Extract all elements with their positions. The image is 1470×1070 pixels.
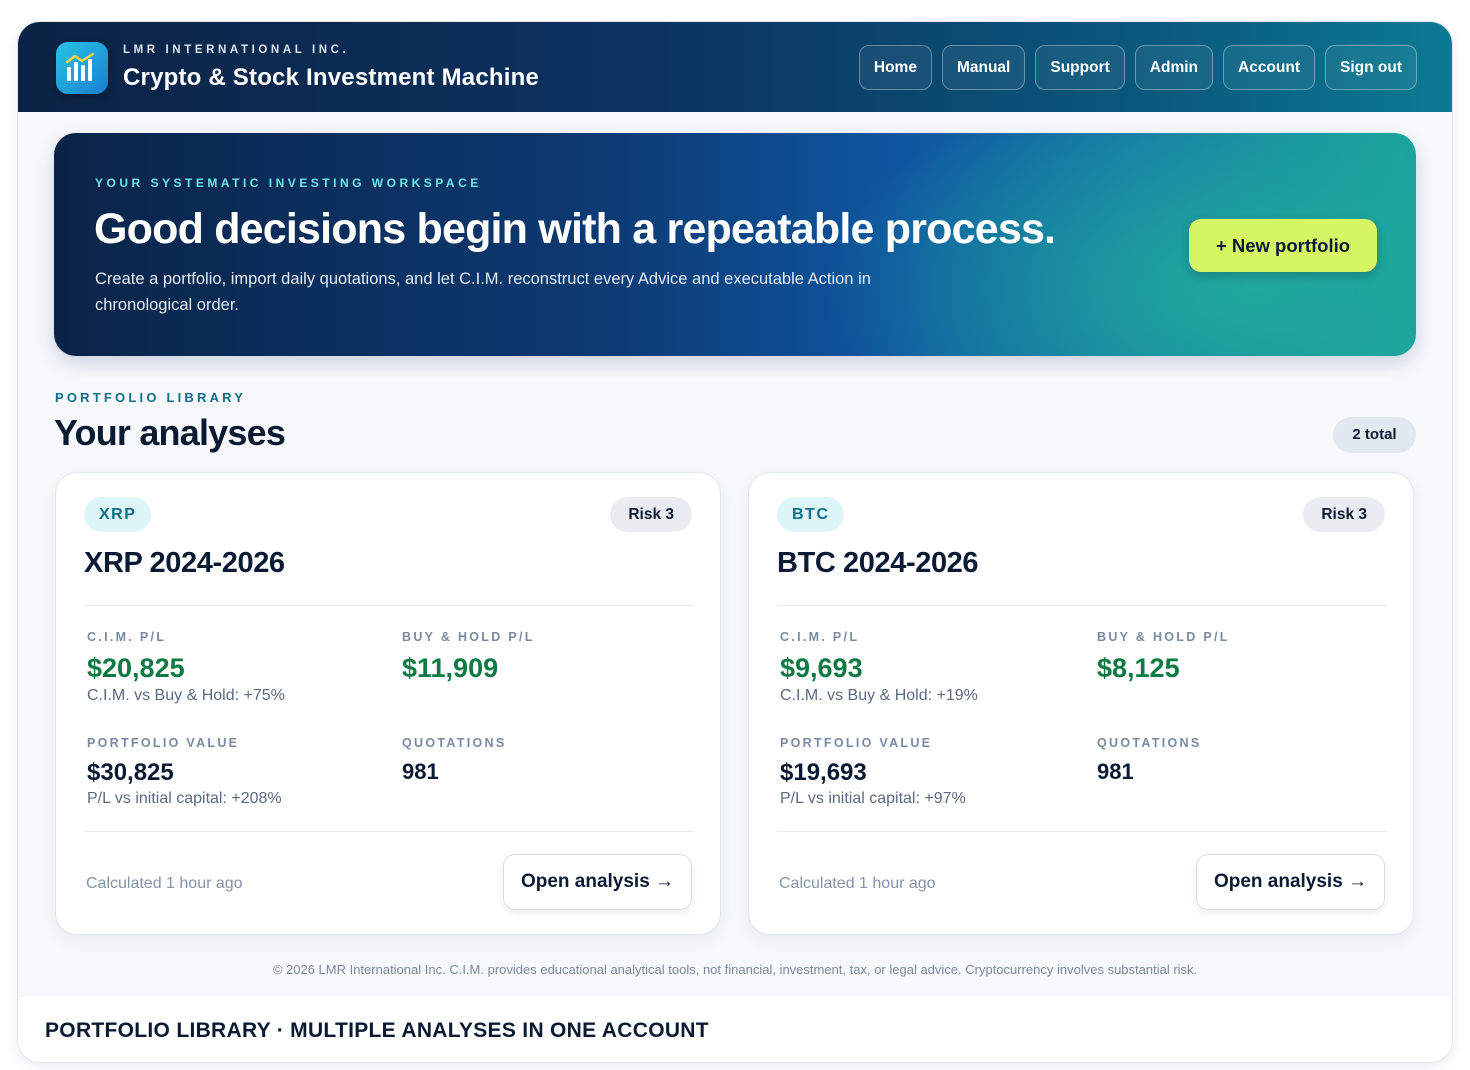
nav-home-button[interactable]: Home — [858, 45, 932, 90]
pl-vs-initial-capital: P/L vs initial capital: +208% — [87, 790, 282, 807]
portfolio-title: XRP 2024-2026 — [84, 547, 285, 579]
buy-hold-pl-metric: BUY & HOLD P/L $8,125 — [1097, 630, 1230, 684]
cim-pl-value: $20,825 — [87, 653, 185, 683]
hero-title: Good decisions begin with a repeatable p… — [94, 205, 1056, 253]
app-window: LMR INTERNATIONAL INC. Crypto & Stock In… — [18, 22, 1452, 1062]
portfolio-title: BTC 2024-2026 — [777, 547, 979, 579]
cim-pl-metric: C.I.M. P/L $20,825 C.I.M. vs Buy & Hold:… — [87, 630, 285, 705]
risk-badge: Risk 3 — [610, 497, 692, 532]
cim-pl-label: C.I.M. P/L — [780, 630, 860, 644]
divider — [84, 605, 694, 606]
buy-hold-pl-value: $11,909 — [402, 653, 499, 683]
company-name: LMR INTERNATIONAL INC. — [123, 44, 350, 56]
section-kicker: PORTFOLIO LIBRARY — [55, 390, 247, 405]
quotations-metric: QUOTATIONS 981 — [1097, 736, 1201, 785]
top-navigation-bar: LMR INTERNATIONAL INC. Crypto & Stock In… — [18, 22, 1452, 112]
new-portfolio-button[interactable]: + New portfolio — [1189, 219, 1377, 272]
calculated-timestamp: Calculated 1 hour ago — [86, 875, 243, 892]
nav-account-button[interactable]: Account — [1223, 45, 1315, 90]
portfolio-value: $30,825 — [87, 759, 174, 786]
open-analysis-button[interactable]: Open analysis → — [1196, 854, 1385, 910]
quotations-label: QUOTATIONS — [402, 736, 507, 750]
portfolio-value-metric: PORTFOLIO VALUE $30,825 P/L vs initial c… — [87, 736, 282, 808]
screenshot-caption: PORTFOLIO LIBRARY · MULTIPLE ANALYSES IN… — [45, 1019, 709, 1042]
quotations-metric: QUOTATIONS 981 — [402, 736, 506, 785]
cim-vs-buy-hold: C.I.M. vs Buy & Hold: +19% — [780, 687, 978, 704]
risk-badge: Risk 3 — [1303, 497, 1385, 532]
hero-banner: YOUR SYSTEMATIC INVESTING WORKSPACE Good… — [54, 133, 1416, 356]
nav-manual-button[interactable]: Manual — [941, 45, 1026, 90]
nav-sign-out-button[interactable]: Sign out — [1325, 45, 1417, 90]
buy-hold-pl-value: $8,125 — [1097, 653, 1180, 683]
portfolio-value-label: PORTFOLIO VALUE — [780, 736, 933, 750]
caption-band: PORTFOLIO LIBRARY · MULTIPLE ANALYSES IN… — [18, 997, 1452, 1062]
quotations-value: 981 — [402, 759, 439, 784]
divider — [777, 831, 1387, 832]
portfolio-card-xrp: XRP Risk 3 XRP 2024-2026 C.I.M. P/L $20,… — [55, 472, 721, 935]
nav-support-button[interactable]: Support — [1035, 45, 1125, 90]
hero-kicker: YOUR SYSTEMATIC INVESTING WORKSPACE — [95, 176, 482, 190]
portfolio-card-btc: BTC Risk 3 BTC 2024-2026 C.I.M. P/L $9,6… — [748, 472, 1414, 935]
pl-vs-initial-capital: P/L vs initial capital: +97% — [780, 790, 966, 807]
cim-vs-buy-hold: C.I.M. vs Buy & Hold: +75% — [87, 687, 285, 704]
nav-admin-button[interactable]: Admin — [1134, 45, 1213, 90]
buy-hold-pl-label: BUY & HOLD P/L — [1097, 630, 1230, 644]
quotations-value: 981 — [1097, 759, 1134, 784]
legal-disclaimer: © 2026 LMR International Inc. C.I.M. pro… — [272, 962, 1198, 977]
app-title: Crypto & Stock Investment Machine — [123, 64, 540, 91]
open-analysis-button[interactable]: Open analysis → — [503, 854, 692, 910]
calculated-timestamp: Calculated 1 hour ago — [779, 875, 936, 892]
section-title: Your analyses — [54, 412, 286, 453]
portfolio-value: $19,693 — [780, 759, 867, 786]
cim-pl-metric: C.I.M. P/L $9,693 C.I.M. vs Buy & Hold: … — [780, 630, 978, 705]
quotations-label: QUOTATIONS — [1097, 736, 1202, 750]
cim-pl-value: $9,693 — [780, 653, 863, 683]
buy-hold-pl-label: BUY & HOLD P/L — [402, 630, 535, 644]
ticker-badge: XRP — [84, 497, 152, 532]
buy-hold-pl-metric: BUY & HOLD P/L $11,909 — [402, 630, 535, 684]
portfolio-value-label: PORTFOLIO VALUE — [87, 736, 240, 750]
ticker-badge: BTC — [777, 497, 845, 532]
divider — [777, 605, 1387, 606]
divider — [84, 831, 694, 832]
portfolio-value-metric: PORTFOLIO VALUE $19,693 P/L vs initial c… — [780, 736, 966, 808]
main-nav: Home Manual Support Admin Account Sign o… — [858, 45, 1417, 90]
cim-pl-label: C.I.M. P/L — [87, 630, 167, 644]
bar-chart-icon[interactable] — [56, 42, 108, 94]
hero-description: Create a portfolio, import daily quotati… — [95, 270, 871, 314]
total-count-badge: 2 total — [1333, 417, 1416, 453]
